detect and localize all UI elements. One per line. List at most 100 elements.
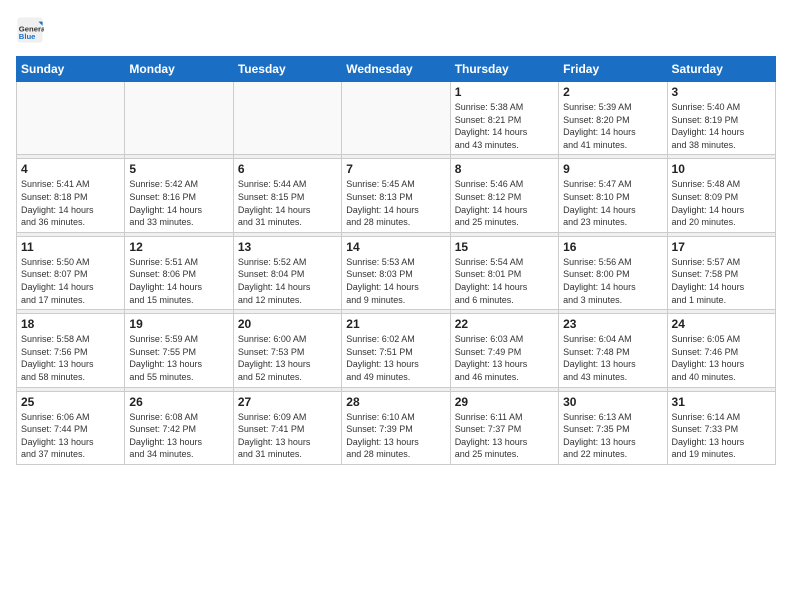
day-number: 10 <box>672 162 771 176</box>
day-number: 1 <box>455 85 554 99</box>
day-number: 8 <box>455 162 554 176</box>
day-number: 25 <box>21 395 120 409</box>
day-info: Sunrise: 5:54 AM Sunset: 8:01 PM Dayligh… <box>455 256 554 306</box>
calendar-cell: 17Sunrise: 5:57 AM Sunset: 7:58 PM Dayli… <box>667 236 775 309</box>
day-info: Sunrise: 5:53 AM Sunset: 8:03 PM Dayligh… <box>346 256 445 306</box>
logo-icon: General Blue <box>16 16 44 44</box>
weekday-header: Friday <box>559 57 667 82</box>
calendar-cell: 11 Sunrise: 5:50 AM Sunset: 8:07 PM Dayli… <box>17 236 125 309</box>
calendar-cell: 30 Sunrise: 6:13 AM Sunset: 7:35 PM Dayli… <box>559 391 667 464</box>
day-number: 28 <box>346 395 445 409</box>
day-number: 13 <box>238 240 337 254</box>
calendar-cell: 12Sunrise: 5:51 AM Sunset: 8:06 PM Dayli… <box>125 236 233 309</box>
day-number: 21 <box>346 317 445 331</box>
day-number: 16 <box>563 240 662 254</box>
day-number: 14 <box>346 240 445 254</box>
calendar-cell <box>125 82 233 155</box>
weekday-header: Thursday <box>450 57 558 82</box>
day-number: 2 <box>563 85 662 99</box>
day-info: Sunrise: 6:03 AM Sunset: 7:49 PM Dayligh… <box>455 333 554 383</box>
calendar-cell: 15 Sunrise: 5:54 AM Sunset: 8:01 PM Dayli… <box>450 236 558 309</box>
day-info: Sunrise: 6:10 AM Sunset: 7:39 PM Dayligh… <box>346 411 445 461</box>
calendar-cell: 25Sunrise: 6:06 AM Sunset: 7:44 PM Dayli… <box>17 391 125 464</box>
calendar-cell: 13 Sunrise: 5:52 AM Sunset: 8:04 PM Dayli… <box>233 236 341 309</box>
calendar-cell: 26Sunrise: 6:08 AM Sunset: 7:42 PM Dayli… <box>125 391 233 464</box>
calendar-cell: 21Sunrise: 6:02 AM Sunset: 7:51 PM Dayli… <box>342 314 450 387</box>
calendar-cell: 31Sunrise: 6:14 AM Sunset: 7:33 PM Dayli… <box>667 391 775 464</box>
calendar-cell: 14 Sunrise: 5:53 AM Sunset: 8:03 PM Dayli… <box>342 236 450 309</box>
day-info: Sunrise: 5:57 AM Sunset: 7:58 PM Dayligh… <box>672 256 771 306</box>
calendar-week-row: 4 Sunrise: 5:41 AM Sunset: 8:18 PM Daylig… <box>17 159 776 232</box>
weekday-header: Monday <box>125 57 233 82</box>
weekday-header: Tuesday <box>233 57 341 82</box>
day-info: Sunrise: 5:42 AM Sunset: 8:16 PM Dayligh… <box>129 178 228 228</box>
calendar-cell <box>233 82 341 155</box>
day-number: 30 <box>563 395 662 409</box>
day-info: Sunrise: 5:41 AM Sunset: 8:18 PM Dayligh… <box>21 178 120 228</box>
calendar-cell: 19 Sunrise: 5:59 AM Sunset: 7:55 PM Dayli… <box>125 314 233 387</box>
logo: General Blue <box>16 16 48 44</box>
day-number: 15 <box>455 240 554 254</box>
day-info: Sunrise: 5:46 AM Sunset: 8:12 PM Dayligh… <box>455 178 554 228</box>
calendar-cell: 22 Sunrise: 6:03 AM Sunset: 7:49 PM Dayli… <box>450 314 558 387</box>
day-number: 11 <box>21 240 120 254</box>
day-info: Sunrise: 5:50 AM Sunset: 8:07 PM Dayligh… <box>21 256 120 306</box>
day-info: Sunrise: 5:48 AM Sunset: 8:09 PM Dayligh… <box>672 178 771 228</box>
day-number: 12 <box>129 240 228 254</box>
calendar-cell: 24 Sunrise: 6:05 AM Sunset: 7:46 PM Dayli… <box>667 314 775 387</box>
weekday-header: Saturday <box>667 57 775 82</box>
calendar-cell: 3 Sunrise: 5:40 AM Sunset: 8:19 PM Daylig… <box>667 82 775 155</box>
day-info: Sunrise: 5:52 AM Sunset: 8:04 PM Dayligh… <box>238 256 337 306</box>
day-number: 20 <box>238 317 337 331</box>
day-number: 6 <box>238 162 337 176</box>
day-number: 19 <box>129 317 228 331</box>
day-number: 24 <box>672 317 771 331</box>
day-info: Sunrise: 6:11 AM Sunset: 7:37 PM Dayligh… <box>455 411 554 461</box>
calendar-cell: 23 Sunrise: 6:04 AM Sunset: 7:48 PM Dayli… <box>559 314 667 387</box>
weekday-header: Sunday <box>17 57 125 82</box>
day-number: 3 <box>672 85 771 99</box>
svg-text:Blue: Blue <box>19 32 36 41</box>
calendar-cell: 5 Sunrise: 5:42 AM Sunset: 8:16 PM Daylig… <box>125 159 233 232</box>
weekday-header-row: SundayMondayTuesdayWednesdayThursdayFrid… <box>17 57 776 82</box>
calendar-cell: 29 Sunrise: 6:11 AM Sunset: 7:37 PM Dayli… <box>450 391 558 464</box>
calendar-week-row: 25Sunrise: 6:06 AM Sunset: 7:44 PM Dayli… <box>17 391 776 464</box>
calendar-cell: 2Sunrise: 5:39 AM Sunset: 8:20 PM Daylig… <box>559 82 667 155</box>
calendar-cell: 7Sunrise: 5:45 AM Sunset: 8:13 PM Daylig… <box>342 159 450 232</box>
day-info: Sunrise: 6:13 AM Sunset: 7:35 PM Dayligh… <box>563 411 662 461</box>
day-info: Sunrise: 6:09 AM Sunset: 7:41 PM Dayligh… <box>238 411 337 461</box>
day-info: Sunrise: 6:05 AM Sunset: 7:46 PM Dayligh… <box>672 333 771 383</box>
calendar-cell: 4 Sunrise: 5:41 AM Sunset: 8:18 PM Daylig… <box>17 159 125 232</box>
day-info: Sunrise: 5:40 AM Sunset: 8:19 PM Dayligh… <box>672 101 771 151</box>
day-number: 29 <box>455 395 554 409</box>
day-number: 23 <box>563 317 662 331</box>
day-number: 9 <box>563 162 662 176</box>
calendar-cell: 18 Sunrise: 5:58 AM Sunset: 7:56 PM Dayli… <box>17 314 125 387</box>
day-number: 18 <box>21 317 120 331</box>
day-info: Sunrise: 5:58 AM Sunset: 7:56 PM Dayligh… <box>21 333 120 383</box>
day-number: 5 <box>129 162 228 176</box>
calendar-cell: 20Sunrise: 6:00 AM Sunset: 7:53 PM Dayli… <box>233 314 341 387</box>
day-info: Sunrise: 6:14 AM Sunset: 7:33 PM Dayligh… <box>672 411 771 461</box>
calendar-cell: 27Sunrise: 6:09 AM Sunset: 7:41 PM Dayli… <box>233 391 341 464</box>
calendar-week-row: 11 Sunrise: 5:50 AM Sunset: 8:07 PM Dayli… <box>17 236 776 309</box>
day-info: Sunrise: 5:45 AM Sunset: 8:13 PM Dayligh… <box>346 178 445 228</box>
calendar-cell: 28 Sunrise: 6:10 AM Sunset: 7:39 PM Dayli… <box>342 391 450 464</box>
day-info: Sunrise: 5:38 AM Sunset: 8:21 PM Dayligh… <box>455 101 554 151</box>
calendar-week-row: 18 Sunrise: 5:58 AM Sunset: 7:56 PM Dayli… <box>17 314 776 387</box>
calendar-cell: 10 Sunrise: 5:48 AM Sunset: 8:09 PM Dayli… <box>667 159 775 232</box>
calendar-cell: 8 Sunrise: 5:46 AM Sunset: 8:12 PM Daylig… <box>450 159 558 232</box>
calendar-cell <box>342 82 450 155</box>
day-number: 22 <box>455 317 554 331</box>
day-info: Sunrise: 6:04 AM Sunset: 7:48 PM Dayligh… <box>563 333 662 383</box>
calendar-cell: 1 Sunrise: 5:38 AM Sunset: 8:21 PM Daylig… <box>450 82 558 155</box>
calendar-cell <box>17 82 125 155</box>
day-info: Sunrise: 5:47 AM Sunset: 8:10 PM Dayligh… <box>563 178 662 228</box>
calendar-cell: 16 Sunrise: 5:56 AM Sunset: 8:00 PM Dayli… <box>559 236 667 309</box>
day-info: Sunrise: 5:44 AM Sunset: 8:15 PM Dayligh… <box>238 178 337 228</box>
day-info: Sunrise: 5:56 AM Sunset: 8:00 PM Dayligh… <box>563 256 662 306</box>
weekday-header: Wednesday <box>342 57 450 82</box>
day-info: Sunrise: 5:59 AM Sunset: 7:55 PM Dayligh… <box>129 333 228 383</box>
day-number: 26 <box>129 395 228 409</box>
day-number: 4 <box>21 162 120 176</box>
